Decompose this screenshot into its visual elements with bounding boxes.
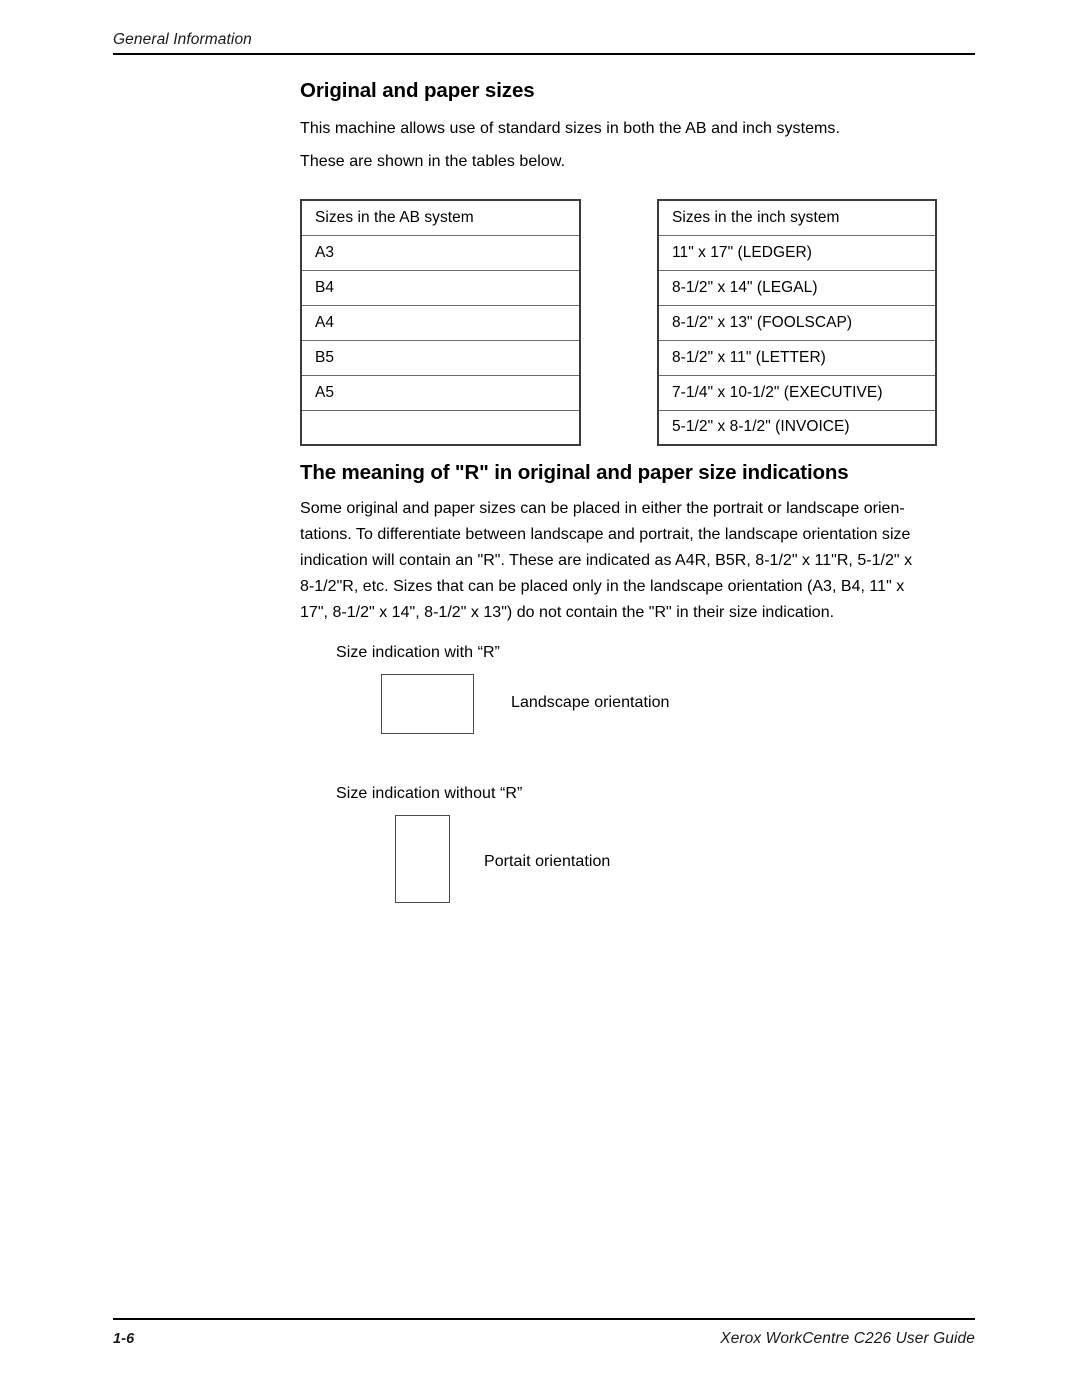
- table-row: A5: [301, 374, 580, 410]
- portrait-orientation-label: Portait orientation: [484, 853, 611, 870]
- paragraph-line: indication will contain an "R". These ar…: [300, 552, 913, 569]
- inch-table-cell: 8-1/2" x 11" (LETTER): [658, 339, 936, 375]
- table-row: A4: [301, 304, 580, 340]
- section-heading-original-and-paper-sizes: Original and paper sizes: [300, 79, 535, 102]
- table-row: 8-1/2" x 14" (LEGAL): [658, 269, 936, 305]
- table-row: 8-1/2" x 11" (LETTER): [658, 339, 936, 375]
- landscape-paper-rectangle-icon: [381, 674, 474, 734]
- ab-table-cell: A3: [301, 234, 580, 270]
- section-heading-meaning-of-r: The meaning of "R" in original and paper…: [300, 461, 849, 484]
- ab-table-header-cell: Sizes in the AB system: [315, 208, 474, 226]
- ab-table-cell: B4: [301, 269, 580, 305]
- section-original-and-paper-sizes: Original and paper sizes This machine al…: [300, 78, 1000, 175]
- meaning-of-r-paragraph: Some original and paper sizes can be pla…: [300, 496, 1006, 626]
- page-footer: 1-6 Xerox WorkCentre C226 User Guide: [113, 1318, 975, 1349]
- figure-landscape-orientation: Size indication with “R” Landscape orien…: [336, 642, 756, 734]
- table-row: A3: [301, 234, 580, 270]
- running-header-title: General Information: [113, 31, 252, 48]
- inch-table-cell: 5-1/2" x 8-1/2" (INVOICE): [658, 409, 936, 445]
- intro-paragraph-line-1: This machine allows use of standard size…: [300, 120, 840, 137]
- paper-size-tables: Sizes in the AB system A3 B4 A4 B5 A5 Si…: [300, 199, 1000, 446]
- inch-table-header-cell: Sizes in the inch system: [672, 208, 840, 226]
- figure-caption-with-r: Size indication with “R”: [336, 644, 500, 661]
- table-row: 11" x 17" (LEDGER): [658, 234, 936, 270]
- ab-table-cell-empty: [301, 409, 580, 445]
- footer-divider: [113, 1318, 975, 1320]
- paragraph-line: Some original and paper sizes can be pla…: [300, 500, 905, 517]
- table-row: B4: [301, 269, 580, 305]
- table-row: [301, 409, 580, 445]
- section-meaning-of-r: The meaning of "R" in original and paper…: [300, 460, 1006, 626]
- table-row: B5: [301, 339, 580, 375]
- paragraph-line: 8-1/2"R, etc. Sizes that can be placed o…: [300, 578, 905, 595]
- inch-table-cell: 8-1/2" x 14" (LEGAL): [658, 269, 936, 305]
- table-header-row: Sizes in the inch system: [658, 200, 936, 235]
- document-page: General Information Original and paper s…: [0, 0, 1080, 1397]
- header-divider: [113, 53, 975, 55]
- ab-table-cell: A4: [301, 304, 580, 340]
- footer-page-number: 1-6: [113, 1331, 135, 1347]
- footer-document-title: Xerox WorkCentre C226 User Guide: [720, 1330, 975, 1347]
- ab-table-cell: A5: [301, 374, 580, 410]
- inch-table-cell: 11" x 17" (LEDGER): [658, 234, 936, 270]
- inch-table-cell: 7-1/4" x 10-1/2" (EXECUTIVE): [658, 374, 936, 410]
- intro-paragraph-line-2: These are shown in the tables below.: [300, 153, 566, 170]
- table-row: 7-1/4" x 10-1/2" (EXECUTIVE): [658, 374, 936, 410]
- figure-caption-without-r: Size indication without “R”: [336, 785, 523, 802]
- figure-portrait-orientation: Size indication without “R” Portait orie…: [336, 783, 756, 908]
- page-header: General Information: [113, 30, 975, 55]
- footer-row: 1-6 Xerox WorkCentre C226 User Guide: [113, 1329, 975, 1349]
- table-row: 8-1/2" x 13" (FOOLSCAP): [658, 304, 936, 340]
- ab-system-size-table: Sizes in the AB system A3 B4 A4 B5 A5: [300, 199, 581, 446]
- inch-system-size-table: Sizes in the inch system 11" x 17" (LEDG…: [657, 199, 937, 446]
- table-row: 5-1/2" x 8-1/2" (INVOICE): [658, 409, 936, 445]
- inch-table-cell: 8-1/2" x 13" (FOOLSCAP): [658, 304, 936, 340]
- paragraph-line: tations. To differentiate between landsc…: [300, 526, 911, 543]
- paragraph-line: 17", 8-1/2" x 14", 8-1/2" x 13") do not …: [300, 604, 835, 621]
- ab-table-cell: B5: [301, 339, 580, 375]
- landscape-orientation-label: Landscape orientation: [511, 694, 670, 711]
- table-header-row: Sizes in the AB system: [301, 200, 580, 235]
- portrait-paper-rectangle-icon: [395, 815, 450, 903]
